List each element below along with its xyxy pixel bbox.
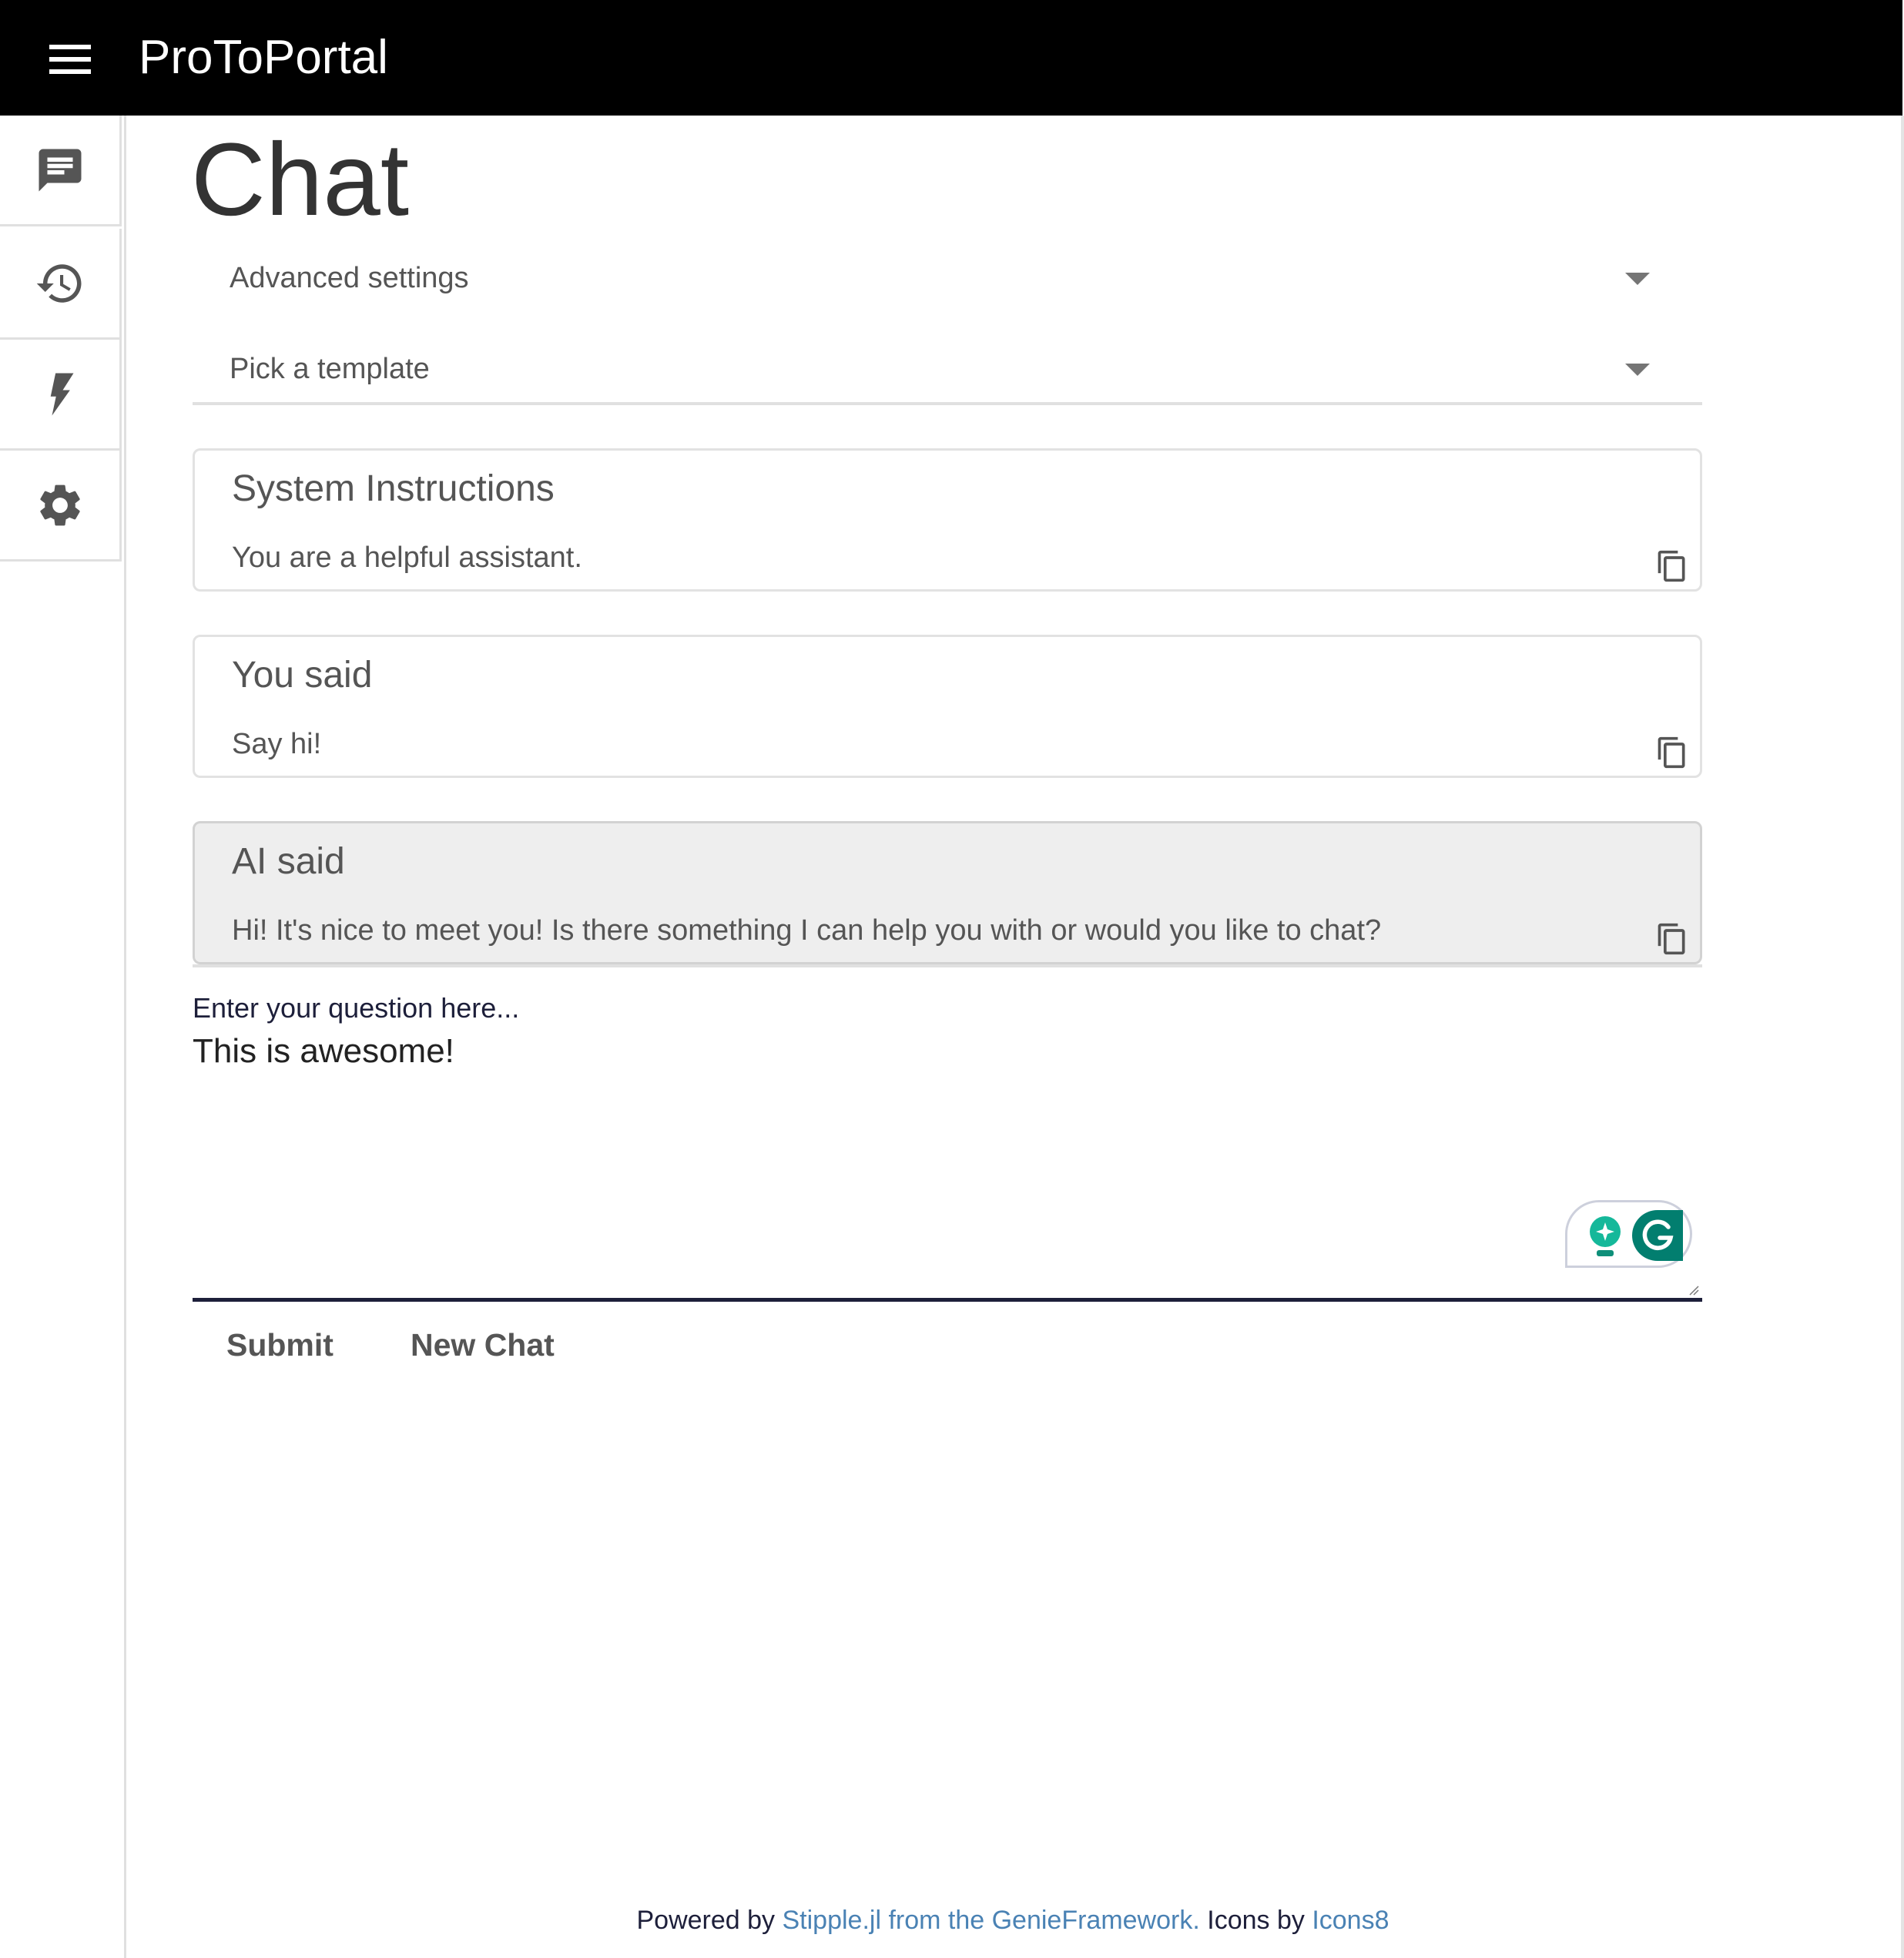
app-title: ProToPortal [139,31,388,84]
footer: Powered by Stipple.jl from the GenieFram… [0,1906,1904,1936]
page-title: Chat [191,122,410,237]
lightning-icon [50,373,74,415]
app-header: ProToPortal [0,0,1902,116]
sidebar-item-settings[interactable] [0,451,122,562]
caret-down-icon [1625,273,1650,285]
copy-button[interactable] [1655,734,1689,771]
copy-button[interactable] [1655,548,1689,585]
footer-text: Icons by [1199,1906,1312,1935]
copy-icon [1658,923,1685,955]
message-title: You said [232,655,373,696]
template-picker-label: Pick a template [230,353,430,385]
copy-button[interactable] [1655,920,1689,957]
message-card-system: System Instructions You are a helpful as… [193,448,1702,592]
new-chat-button[interactable]: New Chat [411,1320,555,1370]
grammarly-icon [1632,1210,1683,1261]
copy-icon [1658,736,1685,769]
page-edge [1901,116,1904,1958]
gear-icon [39,484,80,525]
caret-down-icon [1625,364,1650,376]
template-picker[interactable]: Pick a template [193,330,1702,407]
chat-icon [39,149,81,191]
sidebar-item-history[interactable] [0,229,122,340]
icons8-link[interactable]: Icons8 [1312,1906,1389,1935]
question-input[interactable]: This is awesome! [193,1029,1702,1302]
resize-handle-icon[interactable] [1688,1285,1699,1296]
divider [193,402,1702,405]
message-text: Say hi! [232,728,322,760]
copy-icon [1658,550,1685,582]
hamburger-menu-icon[interactable] [49,43,92,74]
sidebar-item-chat[interactable] [0,116,122,226]
stipple-link[interactable]: Stipple.jl from the GenieFramework. [782,1906,1199,1935]
grammarly-widget[interactable] [1565,1200,1692,1268]
message-title: System Instructions [232,468,555,509]
message-title: AI said [232,841,345,882]
sidebar [0,116,126,1958]
message-text: You are a helpful assistant. [232,541,582,574]
history-icon [36,263,81,303]
message-card-ai: AI said Hi! It's nice to meet you! Is th… [193,821,1702,964]
advanced-settings-label: Advanced settings [230,262,469,294]
message-card-user: You said Say hi! [193,635,1702,778]
grammarly-assist-icon [1590,1216,1621,1256]
message-text: Hi! It's nice to meet you! Is there some… [232,914,1382,947]
submit-button[interactable]: Submit [226,1320,334,1370]
sidebar-item-templates[interactable] [0,340,122,451]
divider [193,964,1702,967]
footer-text: Powered by [636,1906,783,1935]
advanced-settings-expander[interactable]: Advanced settings [193,239,1702,316]
question-label: Enter your question here... [193,992,520,1024]
